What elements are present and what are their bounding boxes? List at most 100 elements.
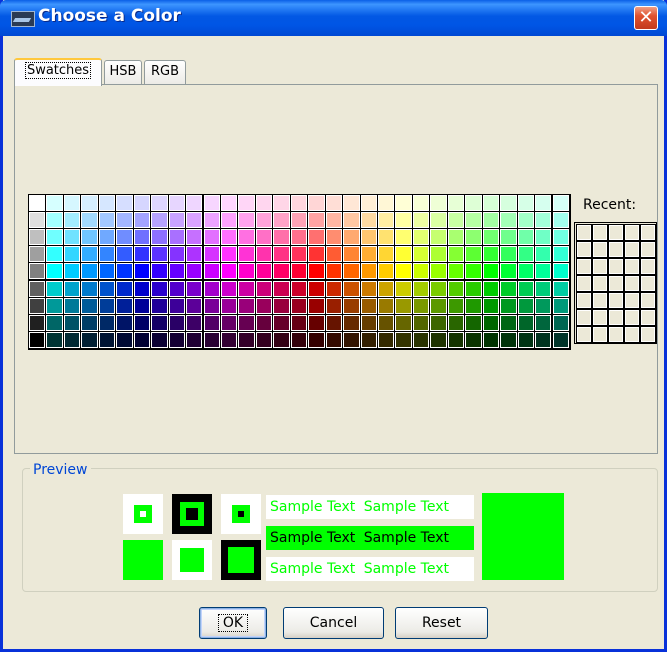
color-swatch[interactable] [308, 280, 325, 297]
recent-swatch[interactable] [608, 326, 624, 343]
color-swatch[interactable] [535, 280, 552, 297]
color-swatch[interactable] [378, 229, 395, 246]
color-swatch[interactable] [482, 195, 500, 212]
color-swatch[interactable] [465, 246, 482, 263]
color-swatch[interactable] [220, 263, 238, 280]
color-swatch[interactable] [29, 280, 46, 297]
color-swatch[interactable] [273, 263, 290, 280]
color-swatch[interactable] [535, 297, 552, 314]
color-swatch[interactable] [465, 263, 482, 280]
color-swatch[interactable] [395, 246, 412, 263]
close-button[interactable]: ✕ [634, 6, 658, 30]
color-swatch[interactable] [395, 229, 412, 246]
recent-swatch[interactable] [592, 241, 608, 258]
color-swatch[interactable] [81, 246, 98, 263]
color-swatch[interactable] [220, 195, 238, 212]
color-swatch[interactable] [378, 331, 395, 348]
color-swatch[interactable] [290, 280, 308, 297]
color-swatch[interactable] [238, 229, 255, 246]
color-swatch[interactable] [447, 263, 465, 280]
color-swatch[interactable] [482, 297, 500, 314]
color-swatch[interactable] [220, 229, 238, 246]
color-swatch[interactable] [447, 297, 465, 314]
color-swatch[interactable] [168, 246, 186, 263]
color-swatch[interactable] [290, 297, 308, 314]
color-swatch[interactable] [535, 331, 552, 348]
color-swatch[interactable] [151, 195, 168, 212]
color-swatch[interactable] [465, 229, 482, 246]
color-swatch[interactable] [116, 280, 133, 297]
color-swatch[interactable] [430, 314, 447, 331]
color-swatch[interactable] [535, 229, 552, 246]
color-swatch[interactable] [255, 297, 273, 314]
color-swatch[interactable] [552, 314, 569, 331]
color-swatch[interactable] [395, 297, 412, 314]
color-swatch[interactable] [273, 331, 290, 348]
color-swatch[interactable] [378, 314, 395, 331]
color-swatch[interactable] [151, 263, 168, 280]
color-swatch[interactable] [133, 212, 151, 229]
color-swatch[interactable] [552, 195, 569, 212]
color-swatch[interactable] [517, 331, 535, 348]
color-swatch[interactable] [186, 314, 203, 331]
color-swatch[interactable] [186, 246, 203, 263]
recent-swatch[interactable] [608, 224, 624, 241]
color-swatch[interactable] [273, 314, 290, 331]
color-swatch[interactable] [29, 263, 46, 280]
color-swatch[interactable] [168, 331, 186, 348]
color-swatch[interactable] [98, 212, 116, 229]
color-swatch[interactable] [203, 195, 220, 212]
color-swatch[interactable] [116, 212, 133, 229]
color-swatch[interactable] [46, 297, 63, 314]
color-swatch[interactable] [186, 331, 203, 348]
color-swatch[interactable] [151, 246, 168, 263]
color-swatch[interactable] [308, 246, 325, 263]
color-swatch[interactable] [465, 297, 482, 314]
color-swatch[interactable] [203, 212, 220, 229]
color-swatch[interactable] [500, 246, 517, 263]
color-swatch[interactable] [133, 229, 151, 246]
tab-rgb[interactable]: RGB [144, 60, 186, 84]
color-swatch[interactable] [535, 246, 552, 263]
color-swatch[interactable] [430, 246, 447, 263]
color-swatch[interactable] [46, 229, 63, 246]
color-swatch[interactable] [63, 195, 81, 212]
color-swatch[interactable] [81, 331, 98, 348]
color-swatch[interactable] [186, 195, 203, 212]
color-swatch[interactable] [395, 195, 412, 212]
color-swatch[interactable] [360, 280, 377, 297]
color-swatch[interactable] [255, 229, 273, 246]
color-swatch[interactable] [98, 229, 116, 246]
color-swatch[interactable] [430, 212, 447, 229]
color-swatch[interactable] [220, 246, 238, 263]
color-swatch[interactable] [29, 331, 46, 348]
color-swatch[interactable] [168, 263, 186, 280]
color-swatch[interactable] [482, 263, 500, 280]
color-swatch[interactable] [63, 297, 81, 314]
color-swatch[interactable] [151, 280, 168, 297]
color-swatch[interactable] [482, 246, 500, 263]
color-swatch[interactable] [63, 314, 81, 331]
color-swatch[interactable] [133, 297, 151, 314]
color-swatch[interactable] [98, 263, 116, 280]
color-swatch[interactable] [412, 280, 430, 297]
color-swatch[interactable] [81, 263, 98, 280]
color-swatch[interactable] [238, 297, 255, 314]
color-swatch[interactable] [412, 212, 430, 229]
color-swatch[interactable] [203, 297, 220, 314]
recent-swatch[interactable] [576, 275, 592, 292]
color-swatch[interactable] [430, 297, 447, 314]
color-swatch[interactable] [151, 331, 168, 348]
tab-swatches[interactable]: Swatches [14, 58, 102, 86]
color-swatch[interactable] [168, 280, 186, 297]
color-swatch[interactable] [220, 297, 238, 314]
color-swatch[interactable] [151, 297, 168, 314]
color-swatch[interactable] [168, 195, 186, 212]
recent-swatch[interactable] [608, 309, 624, 326]
color-swatch[interactable] [465, 280, 482, 297]
recent-swatch[interactable] [592, 258, 608, 275]
color-swatch[interactable] [500, 280, 517, 297]
color-swatch[interactable] [63, 229, 81, 246]
color-swatch[interactable] [482, 229, 500, 246]
recent-swatch[interactable] [624, 326, 640, 343]
